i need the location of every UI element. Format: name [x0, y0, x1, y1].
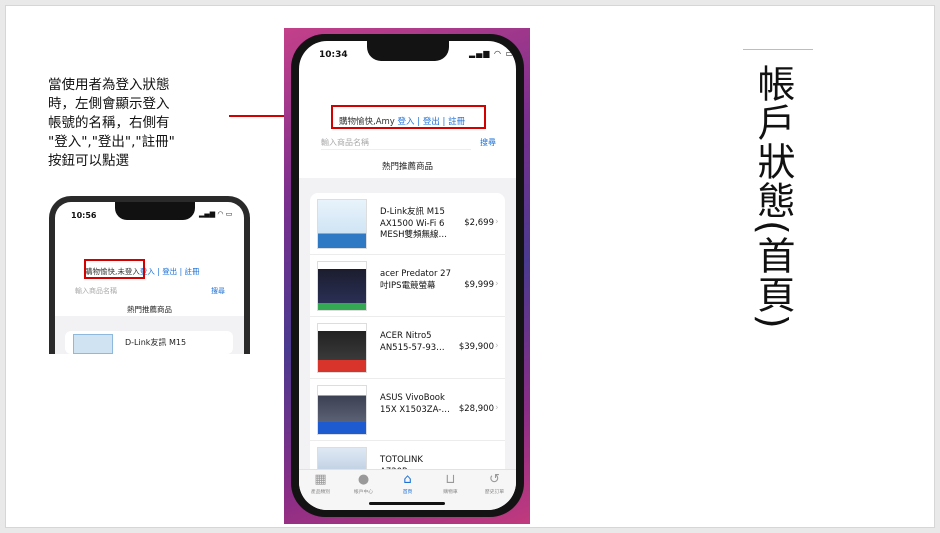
status-icons: ▂▄▆ ◠ ▭ [199, 210, 233, 218]
search-bar: 輸入商品名稱 搜尋 [321, 137, 496, 151]
product-name: ACER Nitro5 AN515-57-93… [380, 331, 445, 353]
product-price: $2,699 [464, 218, 494, 228]
chevron-right-icon: › [495, 403, 499, 413]
grid-icon: ▦ [314, 472, 327, 487]
product-price: $9,999 [464, 280, 494, 290]
decorative-line [743, 49, 813, 50]
tab-label: 首頁 [402, 490, 413, 495]
product-image [317, 261, 367, 311]
list-item[interactable]: ACER Nitro5 AN515-57-93… $39,900 › [310, 317, 505, 379]
list-item[interactable]: ASUS VivoBook 15X X1503ZA-… $28,900 › [310, 379, 505, 441]
logged-out-screenshot: 10:56 ▂▄▆ ◠ ▭ 購物愉快,未登入登入 | 登出 | 註冊 輸入商品名… [49, 196, 250, 354]
tab-categories[interactable]: ▦ 產品類別 [299, 472, 342, 495]
tab-label: 購物車 [443, 490, 458, 495]
product-name: ASUS VivoBook 15X X1503ZA-… [380, 393, 450, 415]
history-icon: ↺ [489, 472, 500, 487]
search-button[interactable]: 搜尋 [211, 286, 225, 296]
person-icon: ● [357, 472, 370, 487]
tab-label: 產品類別 [310, 490, 331, 495]
highlight-box [84, 259, 145, 279]
tab-label: 歷史訂單 [484, 490, 505, 495]
list-item[interactable]: D-Link友訊 M15 [65, 331, 233, 354]
product-image [317, 199, 367, 249]
product-image [317, 385, 367, 435]
status-time: 10:34 [319, 50, 348, 60]
product-name: acer Predator 27吋IPS電競螢幕 [380, 269, 451, 291]
tab-cart[interactable]: ⊔ 購物車 [429, 472, 472, 495]
search-input[interactable]: 輸入商品名稱 [75, 287, 117, 295]
search-button[interactable]: 搜尋 [480, 137, 496, 148]
list-item[interactable]: acer Predator 27吋IPS電競螢幕 $9,999 › [310, 255, 505, 317]
status-icons: ▂▄▆ ◠ ▭ [469, 49, 515, 58]
chevron-right-icon: › [495, 217, 499, 227]
list-item[interactable]: D-Link友訊 M15 AX1500 Wi-Fi 6 MESH雙頻無線… $2… [310, 193, 505, 255]
status-time: 10:56 [71, 211, 97, 220]
phone-screen: 10:34 ▂▄▆ ◠ ▭ 購物愉快,Amy 登入 | 登出 | 註冊 輸入商品… [299, 41, 516, 510]
tab-home[interactable]: ⌂ 首頁 [386, 472, 429, 495]
slide: 當使用者為登入狀態 時，左側會顯示登入 帳號的名稱，右側有 "登入","登出",… [5, 5, 935, 528]
search-input[interactable]: 輸入商品名稱 [321, 137, 369, 148]
cart-icon: ⊔ [445, 472, 456, 487]
phone-frame: 10:34 ▂▄▆ ◠ ▭ 購物愉快,Amy 登入 | 登出 | 註冊 輸入商品… [291, 34, 524, 517]
phone-notch [115, 202, 195, 220]
tab-orders[interactable]: ↺ 歷史訂單 [473, 472, 516, 495]
section-title: 熱門推薦商品 [127, 305, 172, 314]
home-indicator [369, 502, 445, 505]
home-icon: ⌂ [403, 472, 412, 487]
product-image [317, 323, 367, 373]
tab-account[interactable]: ● 帳戶中心 [342, 472, 385, 495]
tab-label: 帳戶中心 [353, 490, 374, 495]
chevron-right-icon: › [495, 341, 499, 351]
product-list: D-Link友訊 M15 AX1500 Wi-Fi 6 MESH雙頻無線… $2… [310, 193, 505, 478]
product-price: $28,900 [458, 404, 494, 414]
highlight-box [331, 105, 486, 129]
logout-link[interactable]: 登出 [162, 267, 177, 276]
phone-notch [367, 41, 449, 61]
section-title: 熱門推薦商品 [381, 162, 433, 172]
product-name: D-Link友訊 M15 AX1500 Wi-Fi 6 MESH雙頻無線… [380, 207, 447, 240]
product-image [73, 334, 113, 354]
slide-title: 帳戶狀態(首頁) [751, 64, 795, 330]
product-name: D-Link友訊 M15 [125, 338, 187, 347]
search-bar: 輸入商品名稱 搜尋 [75, 286, 225, 296]
product-price: $39,900 [458, 342, 494, 352]
register-link[interactable]: 註冊 [184, 267, 199, 276]
annotation-text: 當使用者為登入狀態 時，左側會顯示登入 帳號的名稱，右側有 "登入","登出",… [48, 77, 175, 169]
search-underline [321, 149, 471, 150]
chevron-right-icon: › [495, 279, 499, 289]
